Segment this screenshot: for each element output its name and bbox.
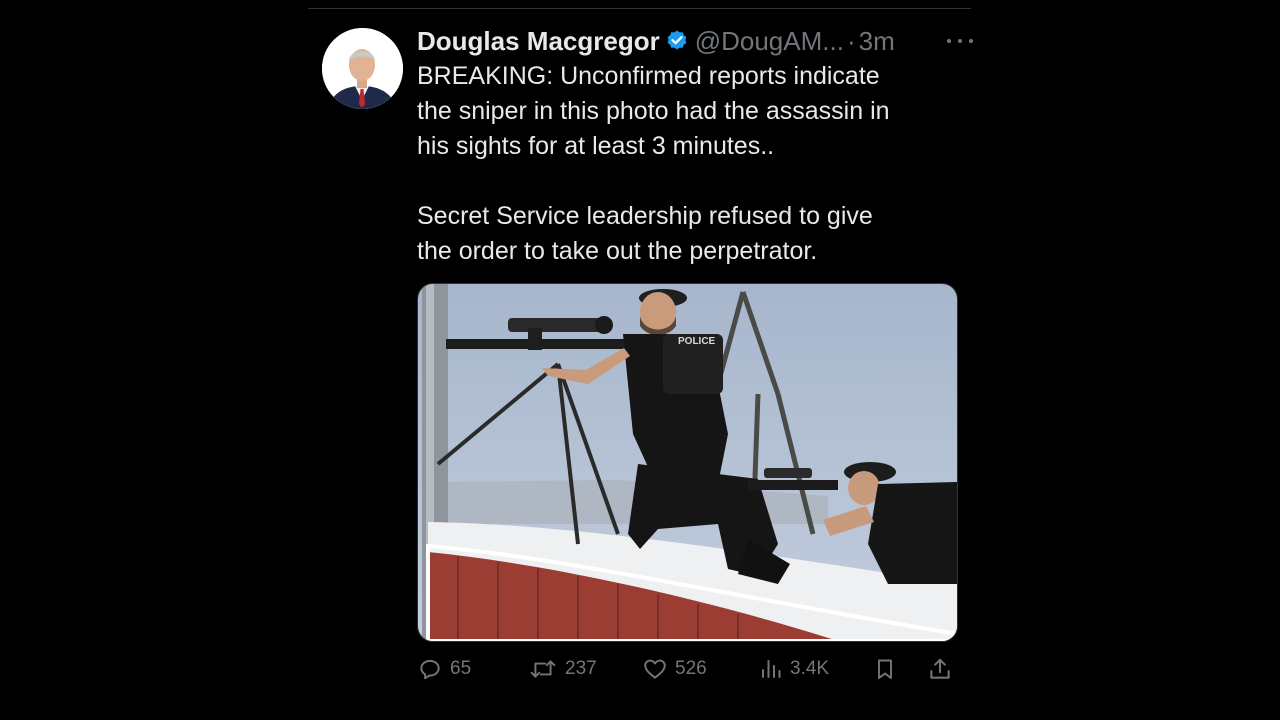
reply-icon [420, 659, 440, 680]
verified-badge-icon [667, 30, 687, 50]
repost-icon [530, 660, 556, 678]
tweet-actions: 65 237 526 3.4K [417, 654, 957, 684]
share-button[interactable] [927, 654, 953, 684]
share-icon [930, 658, 950, 679]
tweet-text-line: the order to take out the perpetrator. [417, 237, 818, 265]
tweet-timestamp[interactable]: 3m [859, 26, 895, 56]
tweet-text: BREAKING: Unconfirmed reports indicate t… [417, 59, 957, 269]
views-button[interactable]: 3.4K [759, 654, 829, 684]
police-vest-label: POLICE [678, 336, 716, 347]
views-count: 3.4K [790, 658, 830, 679]
tweet-text-line: the sniper in this photo had the assassi… [417, 97, 890, 125]
tweet-header: Douglas Macgregor @DougAM... · 3m [417, 26, 973, 56]
like-count: 526 [675, 658, 707, 679]
like-button[interactable]: 526 [642, 654, 707, 684]
top-divider [308, 8, 971, 9]
reply-count: 65 [450, 658, 472, 679]
author-handle[interactable]: @DougAM... [695, 26, 844, 56]
repost-button[interactable]: 237 [528, 654, 597, 684]
repost-count: 237 [565, 658, 597, 679]
tweet-text-line: Secret Service leadership refused to giv… [417, 202, 873, 230]
bookmark-icon [878, 659, 892, 679]
tweet-text-line: his sights for at least 3 minutes.. [417, 132, 775, 160]
author-display-name[interactable]: Douglas Macgregor [417, 26, 660, 56]
views-icon [762, 660, 781, 678]
bookmark-button[interactable] [873, 654, 897, 684]
more-icon[interactable] [947, 28, 973, 54]
reply-button[interactable]: 65 [417, 654, 471, 684]
avatar[interactable] [322, 28, 403, 109]
tweet-text-line: BREAKING: Unconfirmed reports indicate [417, 62, 880, 90]
heart-icon [644, 659, 666, 679]
tweet-photo[interactable]: POLICE [417, 283, 958, 642]
header-separator: · [846, 26, 856, 56]
tweet-content: Douglas Macgregor @DougAM... · 3m BREAKING… [417, 26, 973, 680]
